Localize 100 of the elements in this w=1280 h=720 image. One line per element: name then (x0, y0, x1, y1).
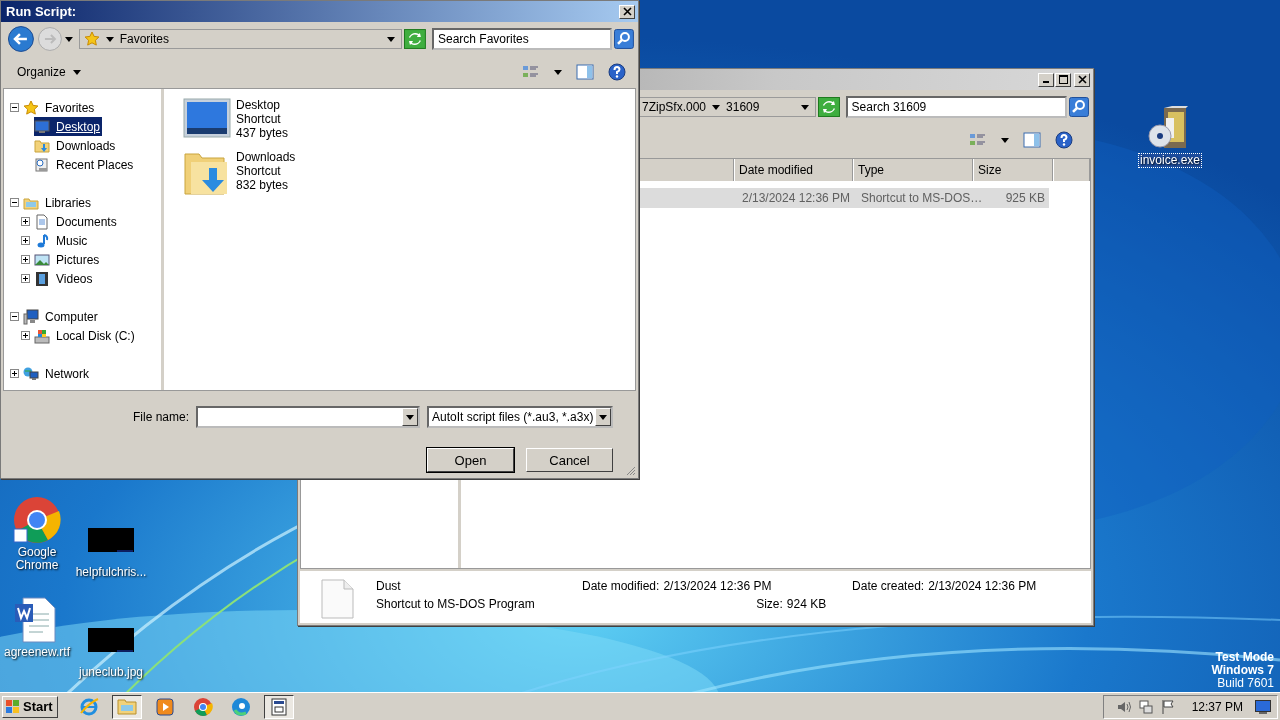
picture-icon (34, 251, 50, 268)
taskbar-button[interactable] (263, 694, 294, 719)
file-size: 437 bytes (236, 126, 289, 140)
network-icon[interactable] (1137, 698, 1154, 715)
expand-toggle[interactable] (21, 236, 30, 245)
recent-places-icon (34, 156, 50, 173)
network-icon (23, 365, 39, 382)
view-caret-icon[interactable] (1001, 137, 1009, 143)
expand-toggle[interactable] (21, 331, 30, 340)
breadcrumb-caret-icon[interactable] (712, 104, 721, 110)
refresh-icon[interactable] (817, 97, 840, 117)
expand-toggle[interactable] (21, 274, 30, 283)
start-button[interactable]: Start (2, 695, 58, 718)
minimize-button[interactable] (1038, 72, 1054, 87)
file-item[interactable]: Desktop Shortcut 437 bytes (182, 98, 296, 140)
nav-item[interactable]: Libraries (23, 193, 94, 212)
taskbar-button[interactable] (111, 694, 142, 719)
back-icon[interactable] (7, 25, 35, 53)
desktop-icon-label[interactable]: invoice.exe (1138, 154, 1201, 167)
column-header[interactable]: Date modified (734, 159, 853, 181)
script-window-icon[interactable] (268, 696, 289, 717)
field-label: Size: (756, 597, 783, 613)
resize-grip-icon[interactable] (626, 466, 636, 476)
file-item[interactable]: Downloads Shortcut 832 bytes (182, 150, 296, 196)
nav-item[interactable]: Documents (34, 212, 119, 231)
column-header[interactable]: Type (853, 159, 973, 181)
open-button[interactable]: Open (427, 448, 514, 472)
file-icon (320, 579, 354, 619)
file-name-field[interactable] (196, 406, 420, 428)
flag-icon[interactable] (1159, 698, 1176, 715)
preview-pane-icon[interactable] (1023, 132, 1041, 148)
file-type: Shortcut (236, 164, 282, 178)
help-icon[interactable] (608, 63, 626, 81)
expand-toggle[interactable] (10, 369, 19, 378)
test-mode-text: Build 7601 (1217, 677, 1274, 690)
dropdown-caret-icon[interactable] (800, 104, 809, 110)
breadcrumb-item[interactable]: 31609 (726, 100, 760, 114)
windows-logo-icon (5, 698, 21, 715)
view-caret-icon[interactable] (554, 69, 562, 75)
nav-item[interactable]: Pictures (34, 250, 102, 269)
search-field[interactable]: Search 31609 (845, 96, 1068, 118)
file-size: 832 bytes (236, 178, 290, 192)
preview-pane-icon[interactable] (576, 64, 594, 80)
cancel-button[interactable]: Cancel (526, 448, 613, 472)
breadcrumb-item[interactable]: Favorites (119, 32, 170, 46)
help-icon[interactable] (1055, 131, 1073, 149)
expand-toggle[interactable] (10, 103, 19, 112)
expand-toggle[interactable] (21, 255, 30, 264)
film-icon (34, 270, 50, 287)
desktop-icon-label[interactable]: Google Chrome (0, 546, 74, 572)
history-caret-icon[interactable] (64, 36, 73, 42)
file-name: Downloads (236, 150, 296, 164)
monitor-icon (183, 98, 231, 138)
minimize-icon (1043, 81, 1049, 83)
dropdown-caret-icon[interactable] (387, 36, 396, 42)
expand-toggle[interactable] (21, 217, 30, 226)
chrome-icon (13, 496, 61, 544)
nav-item[interactable]: Local Disk (C:) (34, 326, 137, 345)
caret-icon[interactable] (599, 414, 607, 420)
nav-item[interactable]: Computer (23, 307, 100, 326)
breadcrumb-item[interactable]: 7ZipSfx.000 (642, 100, 707, 114)
breadcrumb-caret-icon[interactable] (105, 36, 114, 42)
address-bar[interactable]: Favorites (78, 29, 403, 49)
search-field[interactable]: Search Favorites (431, 28, 613, 50)
field-value: 924 KB (786, 597, 827, 613)
nav-item[interactable]: Videos (34, 269, 95, 288)
desktop-icon-label[interactable]: helpfulchris... (74, 566, 148, 579)
column-header[interactable]: Size (973, 159, 1053, 181)
media-player-icon[interactable] (154, 696, 175, 717)
search-icon[interactable] (1069, 97, 1089, 117)
field-value: 2/13/2024 12:36 PM (663, 579, 772, 595)
refresh-icon[interactable] (404, 29, 426, 49)
clock[interactable]: 12:37 PM (1191, 699, 1243, 714)
maximize-icon (1058, 75, 1068, 84)
expand-toggle[interactable] (10, 198, 19, 207)
nav-item[interactable]: Recent Places (34, 155, 136, 174)
show-desktop-icon[interactable] (1255, 699, 1271, 714)
expand-toggle[interactable] (10, 312, 19, 321)
close-button[interactable] (619, 4, 635, 19)
test-mode-text: Windows 7 (1211, 664, 1274, 677)
search-icon[interactable] (614, 29, 634, 49)
caret-icon[interactable] (406, 414, 414, 420)
maximize-button[interactable] (1055, 72, 1071, 87)
chrome-icon[interactable] (192, 696, 213, 717)
nav-item[interactable]: Music (34, 231, 90, 250)
star-icon (23, 99, 39, 116)
nav-item[interactable]: Network (23, 364, 91, 383)
file-name: Desktop (236, 98, 282, 112)
organize-menu[interactable]: Organize (17, 63, 81, 81)
close-button[interactable] (1074, 72, 1090, 87)
field-label: File name: (131, 410, 189, 424)
nav-item[interactable]: Favorites (23, 98, 97, 117)
field-label: Date created: (852, 579, 925, 595)
table-cell-text: 925 KB (1004, 191, 1046, 205)
edge-icon[interactable] (230, 696, 251, 717)
file-type-dropdown[interactable]: AutoIt script files (*.au3, *.a3x) (427, 406, 613, 428)
monitor-icon (34, 118, 50, 135)
test-mode-text: Test Mode (1215, 651, 1274, 664)
nav-item[interactable]: Desktop (34, 117, 103, 136)
nav-item[interactable]: Downloads (34, 136, 118, 155)
